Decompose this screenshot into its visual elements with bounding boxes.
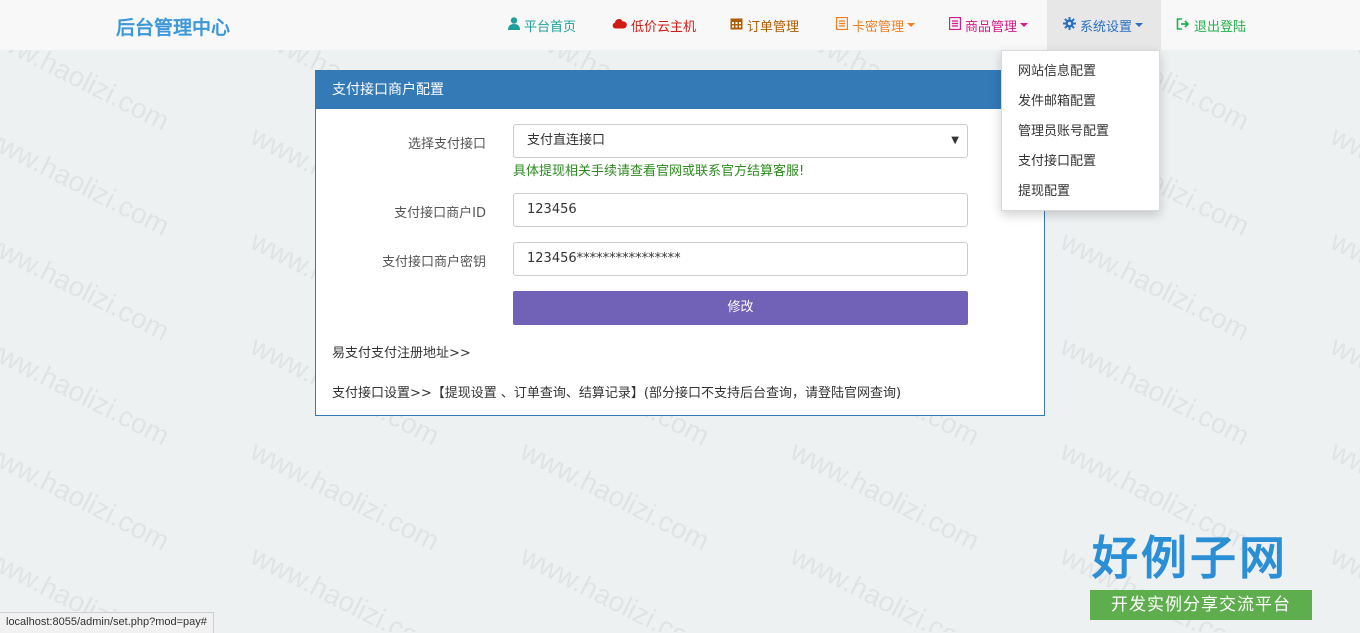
panel-title: 支付接口商户配置 bbox=[316, 71, 1044, 109]
menu-item-site-info[interactable]: 网站信息配置 bbox=[1002, 57, 1159, 87]
nav-label-system-settings: 系统设置 bbox=[1080, 19, 1133, 35]
watermark-text: www.haolizi.com bbox=[1325, 225, 1360, 347]
nav-item-logout[interactable]: 退出登陆 bbox=[1176, 0, 1246, 50]
menu-item-mail-config[interactable]: 发件邮箱配置 bbox=[1002, 87, 1159, 117]
cloud-icon bbox=[612, 18, 627, 32]
nav-item-home[interactable]: 平台首页 bbox=[508, 0, 576, 50]
select-arrow-icon: ▼ bbox=[951, 135, 959, 146]
watermark-text: www.haolizi.com bbox=[515, 435, 715, 557]
watermark-logo: 好例子网 开发实例分享交流平台 bbox=[1090, 532, 1314, 624]
merchant-id-label: 支付接口商户ID bbox=[394, 206, 486, 221]
watermark-text: www.haolizi.com bbox=[245, 435, 445, 557]
nav-item-card-keys[interactable]: 卡密管理 bbox=[835, 0, 916, 50]
merchant-key-label: 支付接口商户密钥 bbox=[381, 255, 486, 270]
select-value: 支付直连接口 bbox=[527, 133, 606, 148]
nav-label-orders: 订单管理 bbox=[747, 19, 800, 35]
watermark-text: www.haolizi.com bbox=[1055, 330, 1255, 452]
list-icon bbox=[948, 16, 962, 33]
nav-item-products[interactable]: 商品管理 bbox=[948, 0, 1029, 50]
user-icon bbox=[508, 17, 520, 33]
submit-button[interactable]: 修改 bbox=[513, 291, 968, 325]
menu-item-withdraw-config[interactable]: 提现配置 bbox=[1002, 177, 1159, 207]
watermark-text: www.haolizi.com bbox=[0, 435, 175, 557]
watermark-logo-title: 好例子网 bbox=[1092, 531, 1288, 585]
logout-icon bbox=[1176, 17, 1190, 33]
caret-down-icon bbox=[1020, 23, 1029, 27]
menu-item-payment-config[interactable]: 支付接口配置 bbox=[1002, 147, 1159, 177]
nav-item-orders[interactable]: 订单管理 bbox=[730, 0, 799, 50]
nav-label-cloud-host: 低价云主机 bbox=[631, 19, 697, 35]
caret-down-icon bbox=[1135, 23, 1144, 27]
nav-label-card-keys: 卡密管理 bbox=[852, 19, 905, 35]
select-label: 选择支付接口 bbox=[407, 137, 486, 152]
watermark-text: www.haolizi.com bbox=[0, 120, 175, 242]
merchant-id-input[interactable]: 123456 bbox=[513, 193, 968, 227]
nav-label-products: 商品管理 bbox=[965, 19, 1018, 35]
watermark-logo-subtitle: 开发实例分享交流平台 bbox=[1090, 590, 1312, 620]
settings-note: 支付接口设置>>【提现设置 、订单查询、结算记录】(部分接口不支持后台查询，请登… bbox=[332, 386, 902, 401]
watermark-text: www.haolizi.com bbox=[785, 435, 985, 557]
watermark-text: www.haolizi.com bbox=[245, 540, 445, 632]
watermark-text: www.haolizi.com bbox=[1325, 330, 1360, 452]
system-settings-dropdown: 网站信息配置 发件邮箱配置 管理员账号配置 支付接口配置 提现配置 bbox=[1001, 50, 1160, 211]
watermark-text: www.haolizi.com bbox=[1325, 435, 1360, 557]
list-icon bbox=[835, 16, 849, 33]
register-link[interactable]: 易支付支付注册地址>> bbox=[332, 342, 471, 361]
watermark-text: www.haolizi.com bbox=[1325, 540, 1360, 632]
browser-status-bar: localhost:8055/admin/set.php?mod=pay# bbox=[0, 612, 214, 633]
caret-down-icon bbox=[907, 23, 916, 27]
watermark-text: www.haolizi.com bbox=[785, 540, 985, 632]
watermark-text: www.haolizi.com bbox=[515, 540, 715, 632]
menu-item-admin-account[interactable]: 管理员账号配置 bbox=[1002, 117, 1159, 147]
nav-item-cloud-host[interactable]: 低价云主机 bbox=[612, 0, 696, 50]
payment-interface-select[interactable]: 支付直连接口 ▼ bbox=[513, 124, 968, 158]
watermark-text: www.haolizi.com bbox=[1055, 225, 1255, 347]
brand-title[interactable]: 后台管理中心 bbox=[116, 13, 230, 40]
merchant-key-input[interactable]: 123456**************** bbox=[513, 242, 968, 276]
watermark-text: www.haolizi.com bbox=[1325, 120, 1360, 242]
watermark-text: www.haolizi.com bbox=[0, 330, 175, 452]
calendar-icon bbox=[730, 17, 743, 33]
pay-config-panel: 支付接口商户配置 选择支付接口 支付直连接口 ▼ 具体提现相关手续请查看官网或联… bbox=[315, 70, 1045, 416]
nav-item-system-settings[interactable]: 系统设置 bbox=[1047, 0, 1161, 50]
help-text: 具体提现相关手续请查看官网或联系官方结算客服! bbox=[513, 164, 805, 179]
nav-label-logout: 退出登陆 bbox=[1194, 19, 1247, 35]
top-navbar: 后台管理中心 平台首页 低价云主机 订单管理 卡密管理 商品管理 系统设置 退出… bbox=[0, 0, 1360, 50]
nav-label-home: 平台首页 bbox=[524, 19, 577, 35]
watermark-text: www.haolizi.com bbox=[0, 225, 175, 347]
gear-icon bbox=[1063, 17, 1076, 33]
